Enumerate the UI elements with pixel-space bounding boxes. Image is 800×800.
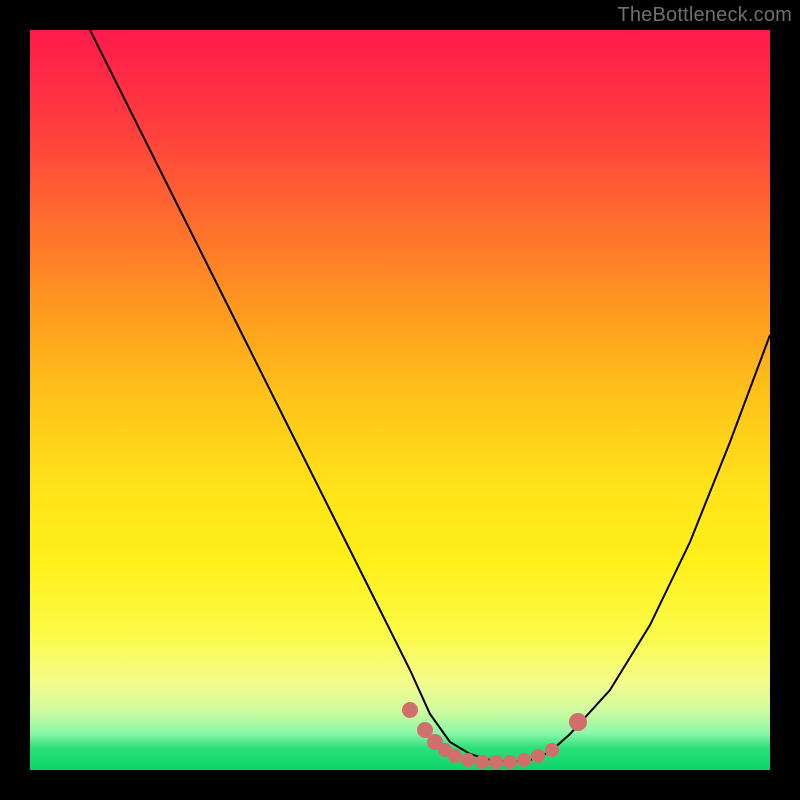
tolerance-marker — [531, 749, 545, 763]
bottleneck-curve — [90, 30, 770, 762]
tolerance-marker — [475, 755, 489, 769]
chart-frame: TheBottleneck.com — [0, 0, 800, 800]
watermark-text: TheBottleneck.com — [617, 4, 792, 27]
tolerance-marker — [569, 713, 587, 731]
tolerance-marker — [489, 755, 503, 769]
curve-layer — [30, 30, 770, 770]
plot-area — [30, 30, 770, 770]
tolerance-marker — [461, 753, 475, 767]
tolerance-marker — [517, 753, 531, 767]
tolerance-marker — [402, 702, 418, 718]
tolerance-marker — [503, 755, 517, 769]
tolerance-marker — [545, 743, 559, 757]
tolerance-marker — [448, 749, 462, 763]
